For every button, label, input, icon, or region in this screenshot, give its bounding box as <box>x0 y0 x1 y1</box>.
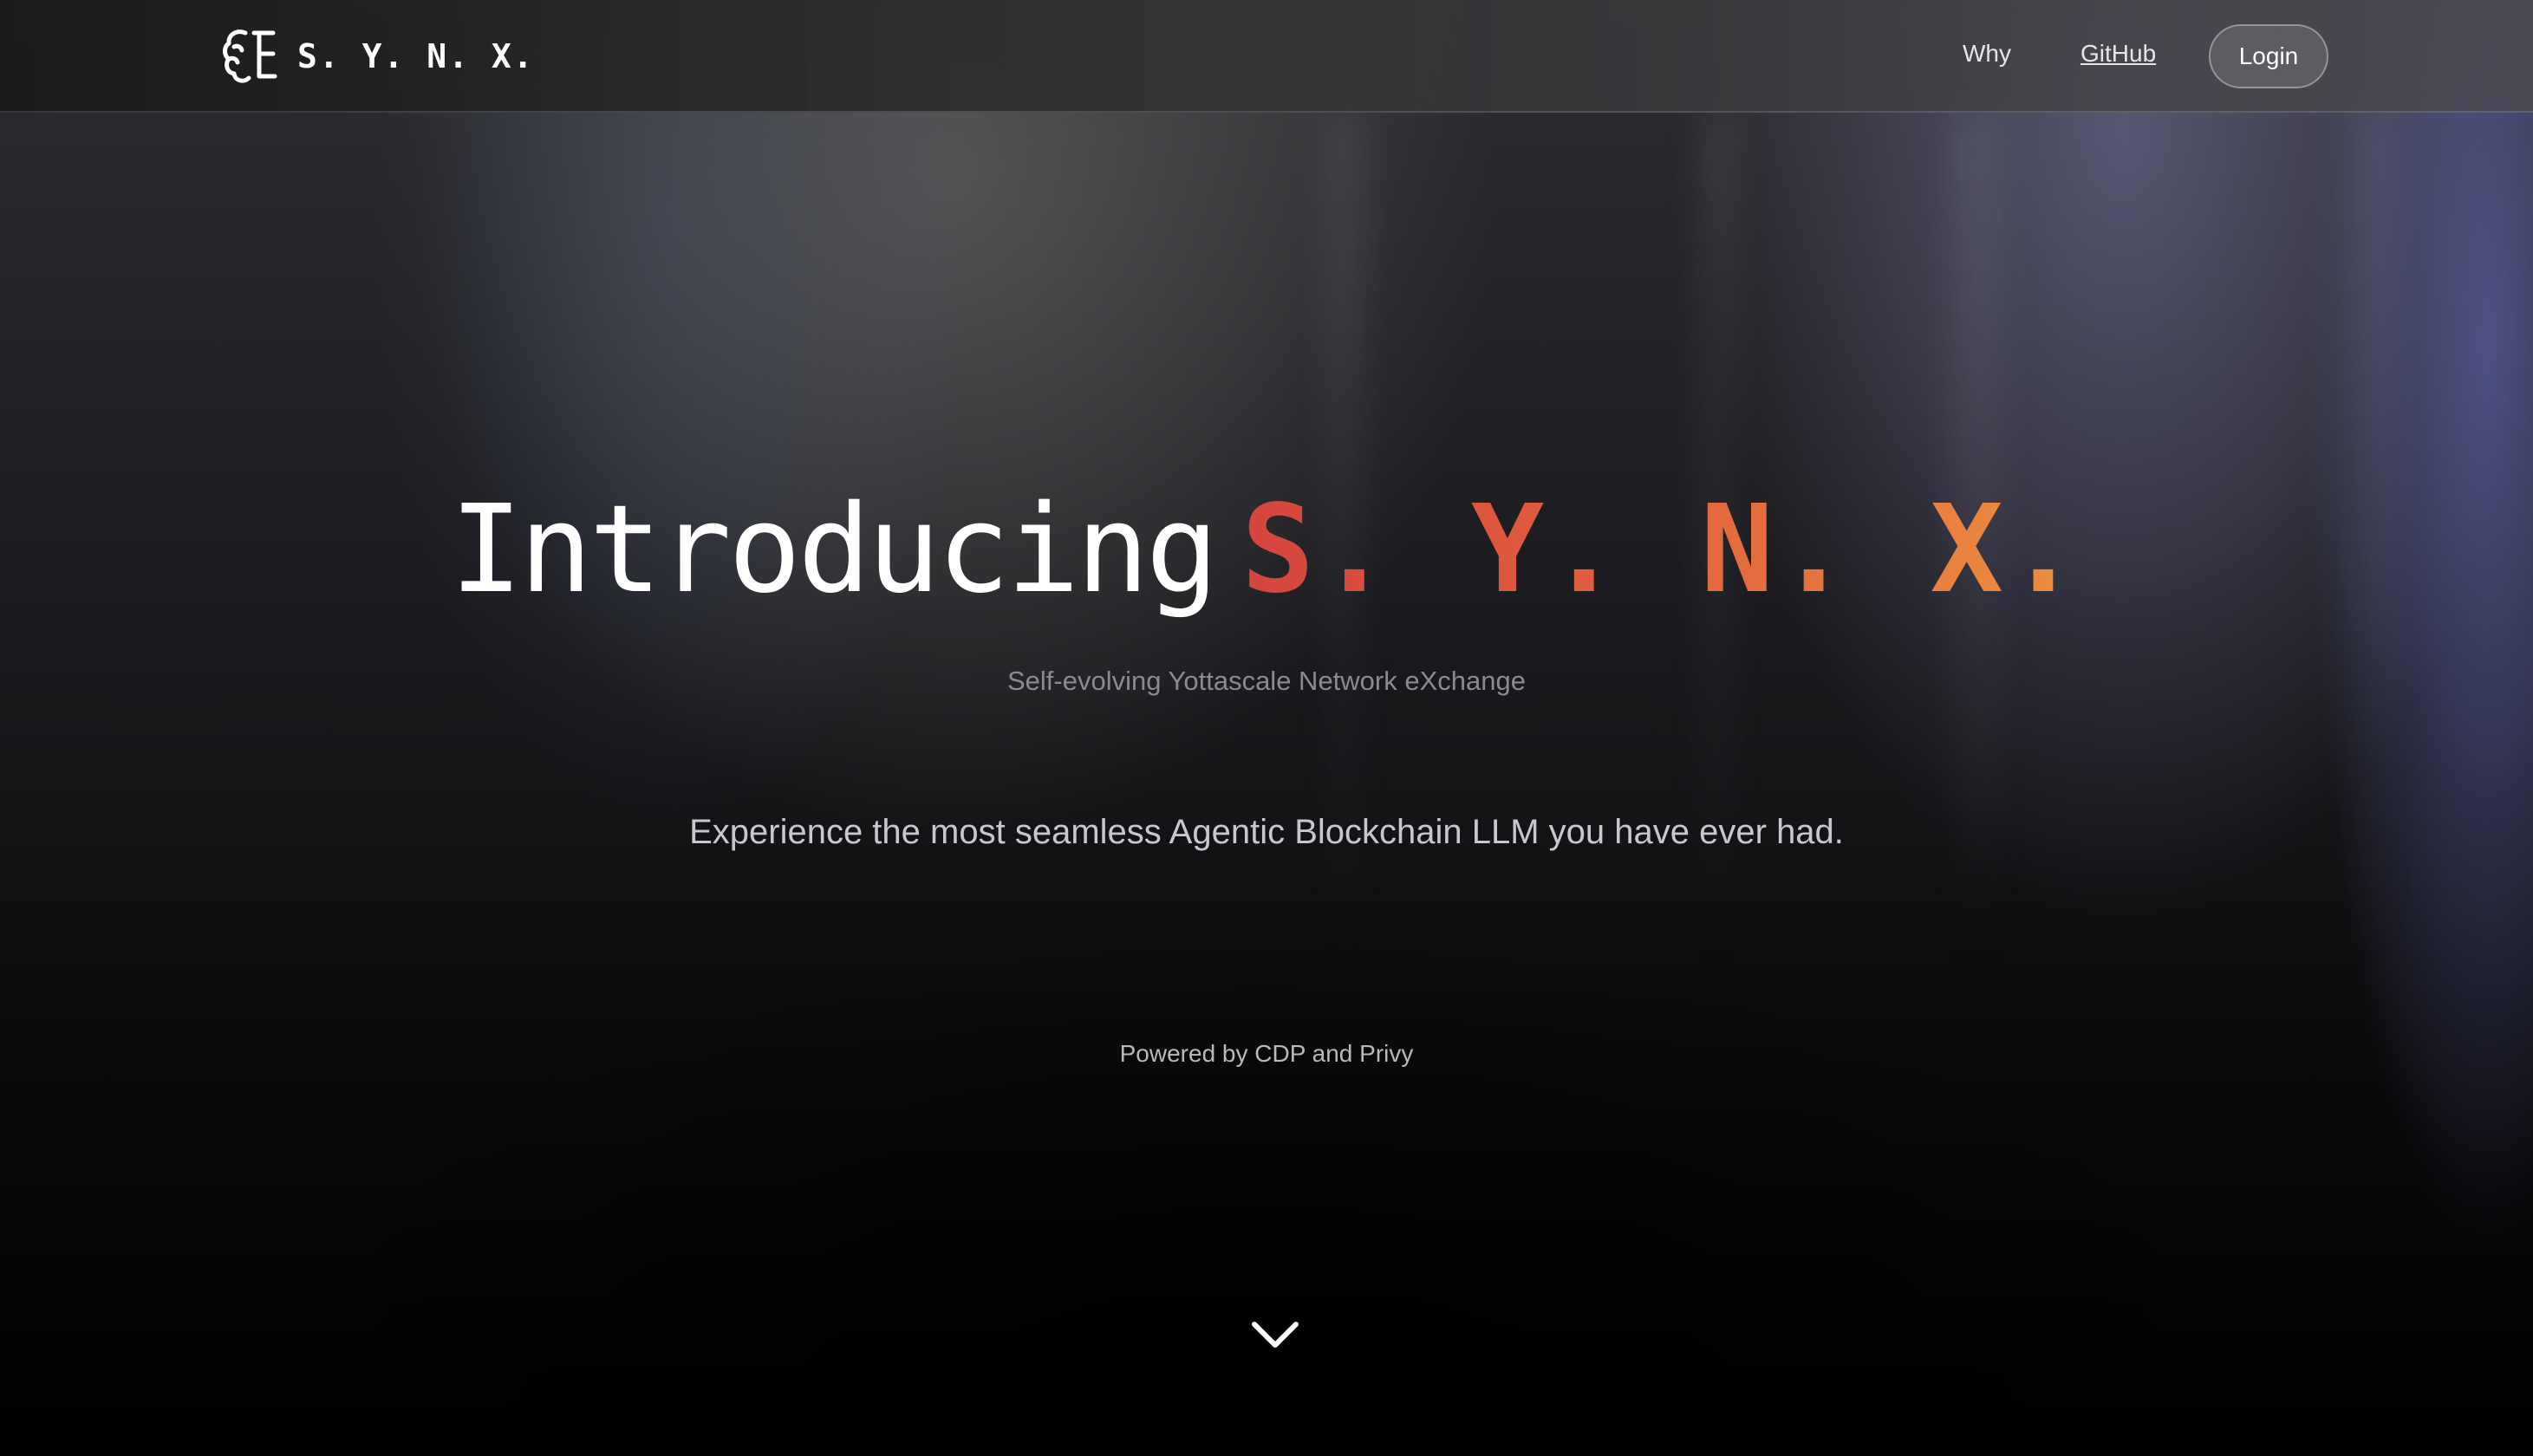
login-button[interactable]: Login <box>2209 24 2328 88</box>
hero-background <box>0 0 2533 1456</box>
hero-title: Introducing S. Y. N. X. <box>0 481 2533 620</box>
powered-by-text: Powered by CDP and Privy <box>1119 1040 1414 1067</box>
chevron-down-icon[interactable] <box>1249 1317 1301 1352</box>
brain-letter-icon <box>223 29 277 83</box>
hero-title-intro: Introducing <box>449 479 1219 621</box>
hero-title-brand: S. Y. N. X. <box>1241 479 2084 621</box>
brand-name: S. Y. N. X. <box>297 37 535 75</box>
hero-subtitle: Self-evolving Yottascale Network eXchang… <box>1007 666 1526 696</box>
brand-logo-link[interactable]: S. Y. N. X. <box>221 26 535 87</box>
nav-link-github[interactable]: GitHub <box>2080 40 2156 68</box>
nav-link-why[interactable]: Why <box>1963 40 2011 68</box>
top-navbar: S. Y. N. X. Why GitHub Login <box>0 0 2533 113</box>
hero-tagline: Experience the most seamless Agentic Blo… <box>689 813 1844 851</box>
